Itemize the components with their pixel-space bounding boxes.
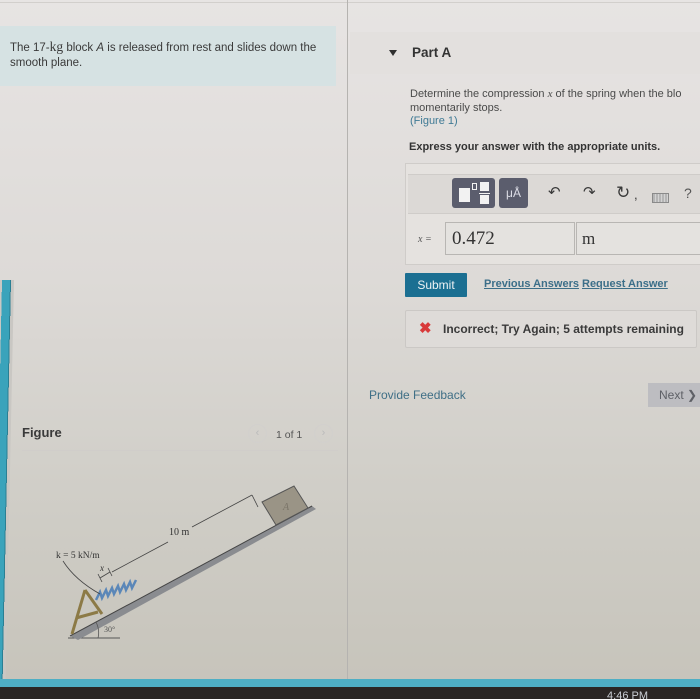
block-variable: A xyxy=(96,42,105,54)
units-mu-angstrom-icon: μÅ xyxy=(506,186,521,200)
answer-variable-label: x = xyxy=(418,234,432,245)
distance-dimension xyxy=(191,494,253,528)
instruction-text: Express your answer with the appropriate… xyxy=(409,141,661,153)
problem-text: The 17- xyxy=(10,42,50,54)
spring xyxy=(94,578,138,602)
next-button[interactable]: Next ❯ xyxy=(648,383,700,407)
question-fragment: of the spring when the blo xyxy=(552,88,682,100)
question-fragment: momentarily stops. xyxy=(410,101,503,114)
mass-unit: kg xyxy=(49,39,64,54)
incline-spring-diagram: x 10 m k = 5 kN/m A 30° xyxy=(56,485,316,640)
monitor-frame-left xyxy=(0,280,14,690)
question-fragment: Determine the compression xyxy=(410,88,548,100)
angle-label: 30° xyxy=(104,625,115,634)
figure-divider xyxy=(22,450,338,451)
taskbar: 4:46 PM xyxy=(0,687,700,699)
figure-title: Figure xyxy=(22,425,62,440)
problem-statement: The 17-kg block A is released from rest … xyxy=(0,26,336,86)
undo-icon[interactable]: ↶ xyxy=(548,183,561,203)
figure-next-button[interactable]: › xyxy=(314,424,333,443)
distance-dimension xyxy=(111,541,169,573)
figure-prev-button[interactable]: ‹ xyxy=(248,424,267,443)
figure-pager: 1 of 1 xyxy=(276,429,303,441)
help-icon[interactable]: ? xyxy=(684,183,692,203)
feedback-message: Incorrect; Try Again; 5 attempts remaini… xyxy=(443,322,684,336)
answer-unit-input[interactable]: m xyxy=(576,222,700,255)
panel-divider xyxy=(347,0,348,680)
incorrect-x-icon: ✖ xyxy=(419,320,432,337)
redo-icon[interactable]: ↷ xyxy=(583,183,596,203)
distance-label: 10 m xyxy=(169,527,190,538)
provide-feedback-link[interactable]: Provide Feedback xyxy=(369,388,466,402)
top-border xyxy=(0,2,700,3)
compression-label: x xyxy=(99,563,104,573)
figure-link[interactable]: (Figure 1) xyxy=(410,115,458,127)
block-label: A xyxy=(282,502,290,513)
part-title[interactable]: Part A xyxy=(412,45,451,60)
monitor-frame-bottom xyxy=(0,679,700,687)
reset-icon[interactable]: ↻ xyxy=(616,183,630,203)
question-text: Determine the compression x of the sprin… xyxy=(410,88,700,129)
incline-surface xyxy=(69,505,313,637)
spring-constant-label: k = 5 kN/m xyxy=(56,551,100,561)
keyboard-icon[interactable] xyxy=(652,193,669,203)
answer-value-input[interactable]: 0.472 xyxy=(445,222,575,255)
dimension-tick xyxy=(97,573,103,583)
collapse-caret-icon[interactable] xyxy=(389,50,397,56)
part-a-header[interactable] xyxy=(350,32,700,74)
units-button[interactable]: μÅ xyxy=(499,178,528,208)
templates-button[interactable] xyxy=(452,178,495,208)
dimension-tick xyxy=(251,494,259,508)
taskbar-clock: 4:46 PM xyxy=(607,690,648,699)
dimension-tick xyxy=(107,567,113,577)
request-answer-link[interactable]: Request Answer xyxy=(582,278,668,290)
submit-button[interactable]: Submit xyxy=(405,273,467,297)
previous-answers-link[interactable]: Previous Answers xyxy=(484,278,579,290)
problem-text: block xyxy=(63,42,97,54)
reset-suffix: , xyxy=(634,187,638,202)
spring-constant-leader xyxy=(62,560,101,595)
